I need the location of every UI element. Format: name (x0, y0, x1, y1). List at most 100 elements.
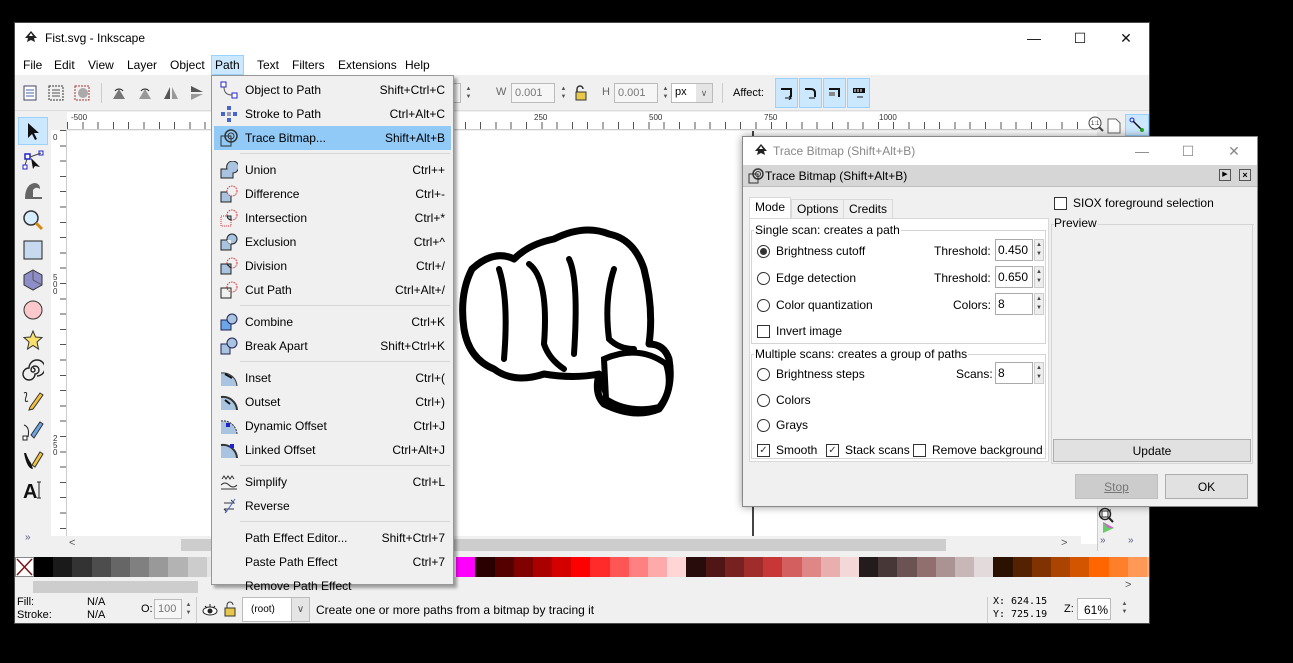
color-swatch[interactable] (743, 557, 764, 577)
color-swatch[interactable] (552, 557, 572, 577)
node-tool[interactable] (18, 146, 48, 174)
menu-path[interactable]: Path (211, 55, 244, 75)
menu-item-trace-bitmap[interactable]: Trace Bitmap... Shift+Alt+B (214, 126, 451, 150)
color-swatch[interactable] (590, 557, 610, 577)
siox-checkbox[interactable] (1054, 197, 1067, 210)
color-swatch[interactable] (705, 557, 725, 577)
color-swatch[interactable] (878, 557, 898, 577)
colors-spinner[interactable]: ▲ ▼ (1034, 293, 1044, 315)
zoom-field[interactable]: 61% (1077, 598, 1111, 620)
stack-scans-checkbox[interactable]: ✓ (826, 444, 839, 457)
menu-item-stroke-to-path[interactable]: Stroke to Path Ctrl+Alt+C (214, 102, 451, 126)
color-swatch[interactable] (1050, 557, 1071, 577)
menu-item-outset[interactable]: Outset Ctrl+) (214, 390, 451, 414)
scroll-left-icon[interactable]: < (69, 537, 75, 549)
grays-radio[interactable] (757, 419, 770, 432)
minimize-button[interactable]: — (1011, 23, 1057, 53)
bezier-tool[interactable] (18, 416, 48, 444)
menu-item-object-to-path[interactable]: Object to Path Shift+Ctrl+C (214, 78, 451, 102)
rotate-cw-icon[interactable] (136, 84, 154, 102)
opacity-field[interactable]: 100 (154, 599, 182, 619)
ellipse-tool[interactable] (18, 296, 48, 324)
colors-radio[interactable] (757, 394, 770, 407)
color-swatch[interactable] (168, 557, 188, 577)
affect-rounded-corners-button[interactable] (799, 78, 822, 108)
maximize-button[interactable]: ☐ (1057, 23, 1103, 53)
affect-gradients-button[interactable] (823, 78, 846, 108)
tab-mode[interactable]: Mode (749, 197, 792, 218)
eye-icon[interactable] (202, 603, 218, 617)
color-swatch[interactable] (513, 557, 533, 577)
brightness-steps-radio[interactable] (757, 368, 770, 381)
menu-file[interactable]: File (20, 56, 45, 74)
color-swatch[interactable] (532, 557, 553, 577)
panel-float-button[interactable]: ▶ (1219, 169, 1231, 181)
color-swatch[interactable] (34, 557, 54, 577)
color-swatch[interactable] (1070, 557, 1090, 577)
color-swatch[interactable] (648, 557, 668, 577)
no-paint-swatch[interactable] (15, 557, 34, 577)
color-swatch[interactable] (149, 557, 169, 577)
pencil-tool[interactable] (18, 386, 48, 414)
zoom-1-1-icon[interactable]: 1:1 (1087, 115, 1105, 133)
ok-button[interactable]: OK (1165, 474, 1248, 499)
color-swatch[interactable] (935, 557, 955, 577)
palette-scrollbar[interactable]: > (15, 579, 1149, 595)
menu-object[interactable]: Object (167, 56, 208, 74)
deselect-icon[interactable] (73, 84, 91, 102)
menu-extensions[interactable]: Extensions (335, 56, 400, 74)
menu-item-inset[interactable]: Inset Ctrl+( (214, 366, 451, 390)
horizontal-scrollbar[interactable]: < > (51, 536, 1081, 554)
color-swatch[interactable] (724, 557, 744, 577)
menu-item-dynamic-offset[interactable]: Dynamic Offset Ctrl+J (214, 414, 451, 438)
dialog-minimize-button[interactable]: — (1119, 137, 1165, 165)
color-swatch[interactable] (1031, 557, 1051, 577)
tab-options[interactable]: Options (791, 199, 845, 218)
color-swatch[interactable] (916, 557, 936, 577)
update-button[interactable]: Update (1053, 439, 1251, 462)
menu-item-cut-path[interactable]: Cut Path Ctrl+Alt+/ (214, 278, 451, 302)
color-swatch[interactable] (1012, 557, 1032, 577)
selector-tool[interactable] (18, 117, 48, 145)
color-swatch[interactable] (1146, 557, 1149, 577)
zoom-spinner[interactable]: ▲ ▼ (1119, 598, 1130, 618)
color-swatch[interactable] (456, 557, 476, 577)
smooth-checkbox[interactable]: ✓ (757, 444, 770, 457)
vertical-ruler[interactable]: 0 500 250 (51, 130, 67, 544)
color-swatch[interactable] (686, 557, 706, 577)
menu-item-reverse[interactable]: Reverse (214, 494, 451, 518)
color-swatch[interactable] (91, 557, 111, 577)
dialog-maximize-button[interactable]: ☐ (1165, 137, 1211, 165)
colors-input[interactable]: 8 (995, 293, 1033, 315)
menu-view[interactable]: View (85, 56, 117, 74)
color-swatch[interactable] (628, 557, 648, 577)
stop-button[interactable]: Stop (1075, 474, 1158, 499)
color-swatch[interactable] (801, 557, 821, 577)
remove-background-checkbox[interactable] (913, 444, 926, 457)
color-quantization-radio[interactable] (757, 299, 770, 312)
color-swatch[interactable] (609, 557, 629, 577)
select-all-layers-icon[interactable] (47, 84, 65, 102)
3d-box-tool[interactable] (18, 266, 48, 294)
color-swatch[interactable] (72, 557, 92, 577)
color-swatch[interactable] (993, 557, 1013, 577)
color-swatch[interactable] (859, 557, 879, 577)
menu-item-paste-path-effect[interactable]: Paste Path Effect Ctrl+7 (214, 550, 451, 574)
unit-select[interactable]: px ∨ (671, 83, 713, 103)
color-swatch[interactable] (110, 557, 130, 577)
menu-item-exclusion[interactable]: Exclusion Ctrl+^ (214, 230, 451, 254)
flip-horizontal-icon[interactable] (162, 84, 180, 102)
color-swatch[interactable] (1108, 557, 1128, 577)
layer-lock-icon[interactable] (224, 601, 236, 617)
menu-text[interactable]: Text (254, 56, 282, 74)
color-swatch[interactable] (187, 557, 207, 577)
brightness-threshold-spinner[interactable]: ▲ ▼ (1034, 239, 1044, 261)
h-spinner[interactable]: ▲ ▼ (660, 83, 671, 103)
spiral-tool[interactable] (18, 356, 48, 384)
zoom-drawing-icon[interactable] (1098, 507, 1114, 523)
brightness-threshold-input[interactable]: 0.450 (995, 239, 1033, 261)
dialog-close-button[interactable]: ✕ (1211, 137, 1257, 165)
menu-filters[interactable]: Filters (289, 56, 328, 74)
tweak-tool[interactable] (18, 176, 48, 204)
color-swatch[interactable] (782, 557, 802, 577)
